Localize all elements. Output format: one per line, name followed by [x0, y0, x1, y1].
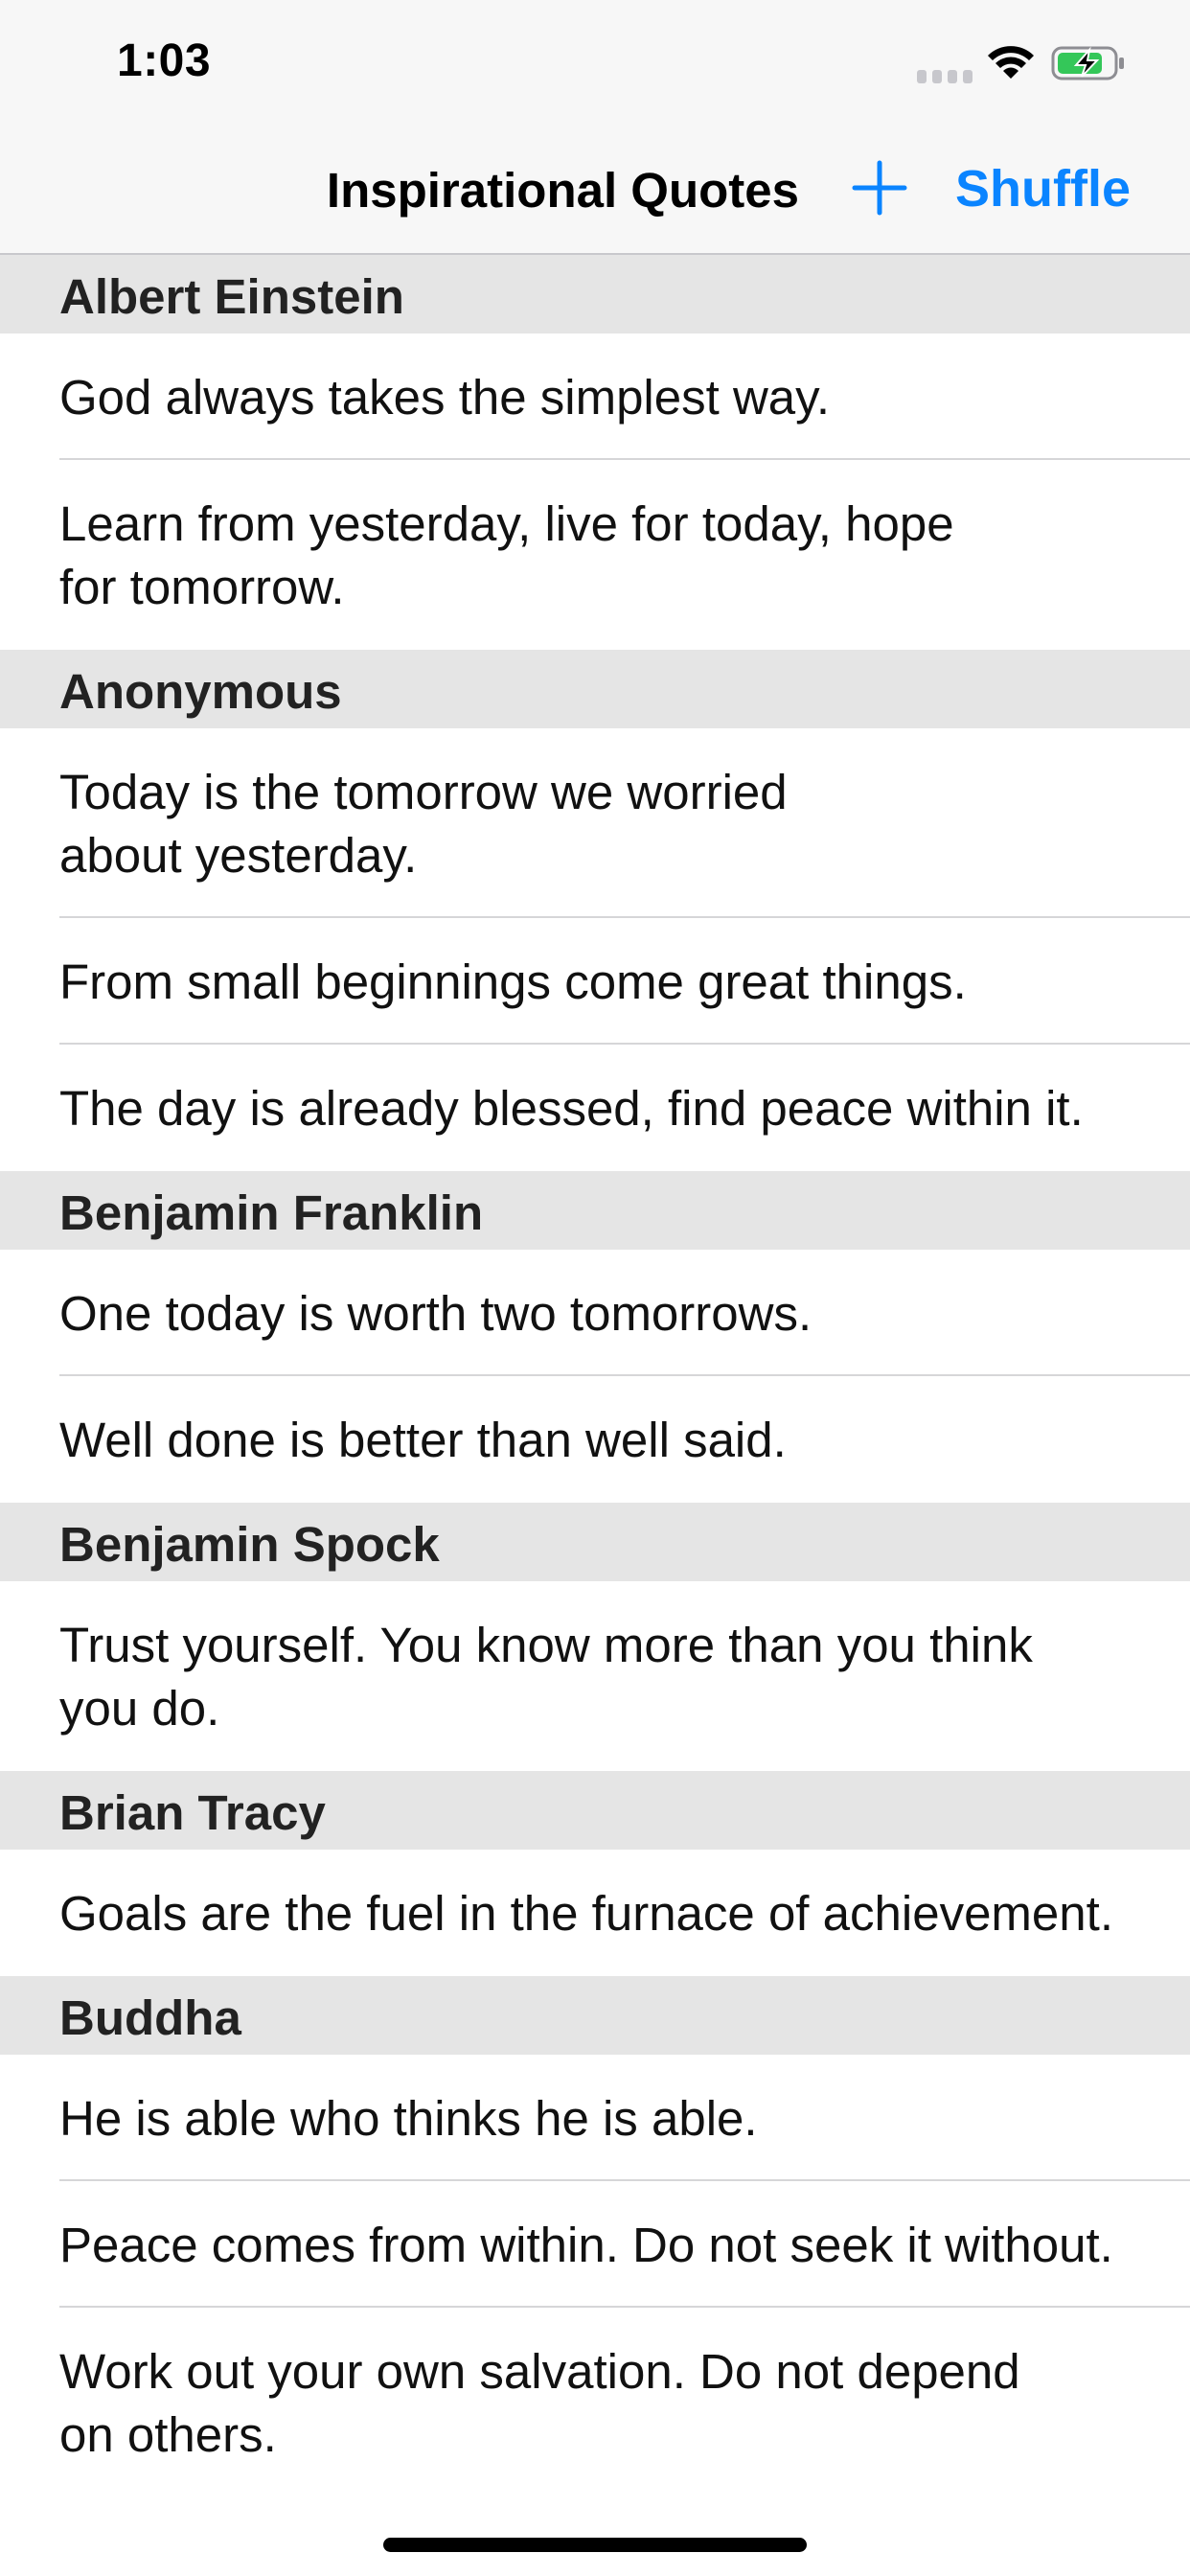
add-quote-button[interactable]: [849, 157, 910, 218]
quote-text: Well done is better than well said.: [59, 1413, 787, 1467]
quote-row[interactable]: Peace comes from within. Do not seek it …: [0, 2181, 1190, 2308]
quote-row[interactable]: Trust yourself. You know more than you t…: [0, 1581, 1190, 1771]
section-header-buddha: Buddha: [0, 1976, 1190, 2055]
cellular-signal-icon: [917, 70, 973, 83]
quote-row[interactable]: Goals are the fuel in the furnace of ach…: [0, 1850, 1190, 1976]
quote-row[interactable]: Well done is better than well said.: [0, 1376, 1190, 1503]
quote-row[interactable]: One today is worth two tomorrows.: [0, 1250, 1190, 1376]
status-time: 1:03: [117, 35, 212, 86]
status-bar: 1:03: [0, 0, 1190, 126]
quote-row[interactable]: Work out your own salvation. Do not depe…: [0, 2308, 1190, 2497]
quote-text: Learn from yesterday, live for today, ho…: [59, 496, 954, 614]
quote-text: God always takes the simplest way.: [59, 370, 831, 425]
quote-row[interactable]: He is able who thinks he is able.: [0, 2055, 1190, 2181]
section-header-benjamin-franklin: Benjamin Franklin: [0, 1171, 1190, 1250]
quote-row[interactable]: The day is already blessed, find peace w…: [0, 1045, 1190, 1171]
quote-row[interactable]: Learn from yesterday, live for today, ho…: [0, 460, 1190, 650]
section-header-benjamin-spock: Benjamin Spock: [0, 1503, 1190, 1581]
section-header-anonymous: Anonymous: [0, 650, 1190, 728]
quote-text: Work out your own salvation. Do not depe…: [59, 2344, 1020, 2462]
quote-text: Goals are the fuel in the furnace of ach…: [59, 1886, 1113, 1941]
home-indicator[interactable]: [383, 2538, 807, 2552]
quotes-list[interactable]: Albert Einstein God always takes the sim…: [0, 255, 1190, 2497]
plus-icon: [852, 160, 907, 216]
quote-row[interactable]: From small beginnings come great things.: [0, 918, 1190, 1045]
page-title: Inspirational Quotes: [326, 163, 799, 218]
quote-text: From small beginnings come great things.: [59, 954, 967, 1009]
wifi-icon: [988, 46, 1034, 79]
shuffle-button[interactable]: Shuffle: [955, 159, 1131, 218]
quote-text: Peace comes from within. Do not seek it …: [59, 2218, 1113, 2272]
quote-row[interactable]: Today is the tomorrow we worried about y…: [0, 728, 1190, 918]
quote-row[interactable]: God always takes the simplest way.: [0, 334, 1190, 460]
quote-text: He is able who thinks he is able.: [59, 2091, 758, 2146]
quote-text: Today is the tomorrow we worried about y…: [59, 765, 788, 883]
quote-text: The day is already blessed, find peace w…: [59, 1081, 1084, 1136]
navigation-bar: Inspirational Quotes Shuffle: [0, 126, 1190, 255]
quote-text: One today is worth two tomorrows.: [59, 1286, 812, 1341]
battery-charging-icon: [1051, 46, 1124, 80]
section-header-brian-tracy: Brian Tracy: [0, 1771, 1190, 1850]
section-header-albert-einstein: Albert Einstein: [0, 255, 1190, 334]
quote-text: Trust yourself. You know more than you t…: [59, 1618, 1033, 1736]
